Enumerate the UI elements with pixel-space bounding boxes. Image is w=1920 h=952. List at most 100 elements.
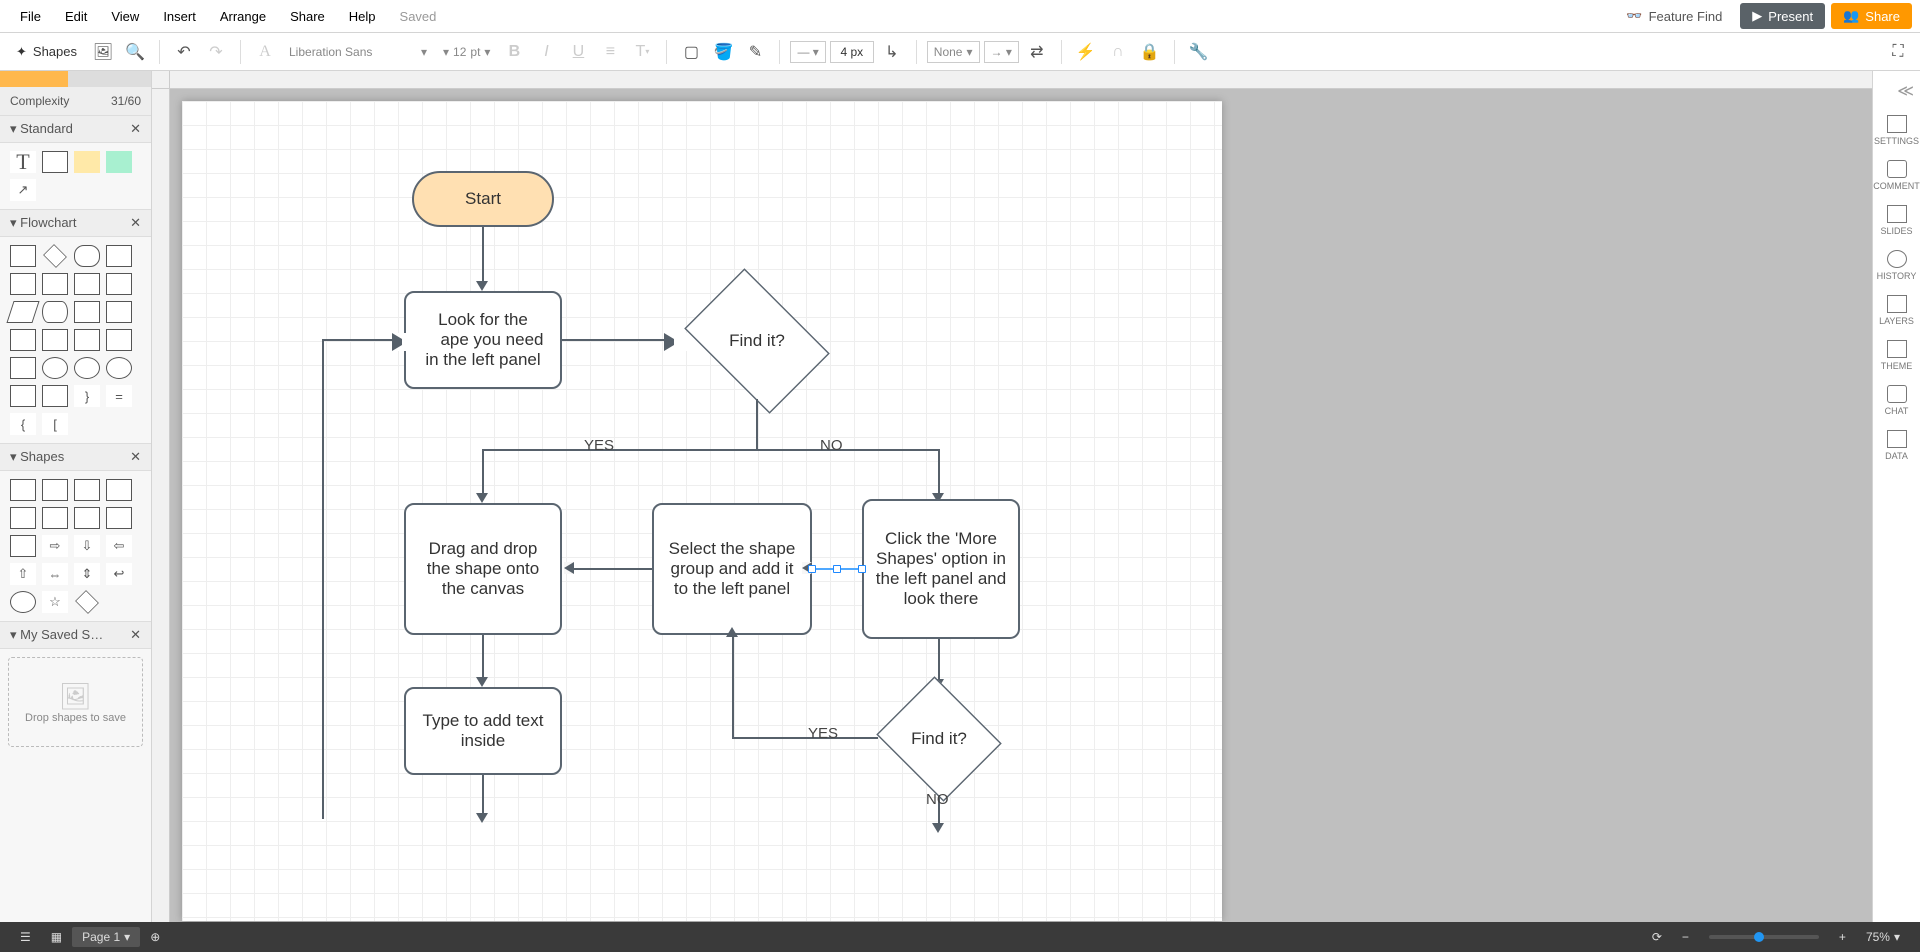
share-button[interactable]: 👥 Share xyxy=(1831,3,1912,29)
feature-find[interactable]: 👓 Feature Find xyxy=(1616,4,1732,28)
fc-sum[interactable] xyxy=(106,357,132,379)
page-tab[interactable]: Page 1 ▾ xyxy=(72,927,140,947)
arrow-shape[interactable]: ↗ xyxy=(10,179,36,201)
sh-arrow-ud[interactable]: ⇕ xyxy=(74,563,100,585)
sh-hexagon[interactable] xyxy=(10,507,36,529)
fc-merge[interactable] xyxy=(10,357,36,379)
line-width-input[interactable] xyxy=(830,41,874,63)
image-button[interactable]: 🖼 xyxy=(89,38,117,66)
swap-arrows-button[interactable]: ⇄ xyxy=(1023,38,1051,66)
edge-no-down[interactable] xyxy=(938,449,940,495)
edge-more-find2[interactable] xyxy=(938,639,940,681)
fc-delay[interactable] xyxy=(106,329,132,351)
dock-data[interactable]: DATA xyxy=(1873,422,1920,465)
arrow-end-select[interactable]: → ▾ xyxy=(984,41,1019,63)
redo-button[interactable]: ↷ xyxy=(202,38,230,66)
sh-heart[interactable] xyxy=(10,535,36,557)
edge-find1-split[interactable] xyxy=(482,449,940,451)
line-color-button[interactable]: ✎ xyxy=(741,38,769,66)
italic-button[interactable]: I xyxy=(532,38,560,66)
fc-prep[interactable] xyxy=(106,273,132,295)
action-button[interactable]: ⚡ xyxy=(1072,38,1100,66)
node-more[interactable]: Click the 'More Shapes' option in the le… xyxy=(862,499,1020,639)
edge-loopback-v[interactable] xyxy=(322,339,324,819)
font-select[interactable]: Liberation Sans ▾ xyxy=(283,43,433,61)
align-button[interactable]: ≡ xyxy=(596,38,624,66)
dock-comment[interactable]: COMMENT xyxy=(1873,152,1920,195)
fc-predef[interactable] xyxy=(106,245,132,267)
sh-triangle[interactable] xyxy=(42,479,68,501)
close-icon[interactable]: ✕ xyxy=(130,449,141,465)
wrench-button[interactable]: 🔧 xyxy=(1185,38,1213,66)
lock-button[interactable]: 🔒 xyxy=(1136,38,1164,66)
edge-yes-down[interactable] xyxy=(482,449,484,495)
collapse-dock[interactable]: ≪ xyxy=(1873,77,1920,105)
fc-direct[interactable] xyxy=(74,301,100,323)
node-select[interactable]: Select the shape group and add it to the… xyxy=(652,503,812,635)
fc-decision[interactable] xyxy=(43,244,67,268)
arrow-start-select[interactable]: None ▾ xyxy=(927,41,980,63)
dock-history[interactable]: HISTORY xyxy=(1873,242,1920,285)
fill-button[interactable]: ▢ xyxy=(677,38,705,66)
shapes-menu-button[interactable]: ✦ Shapes xyxy=(8,40,85,64)
fc-internal[interactable] xyxy=(106,301,132,323)
menu-edit[interactable]: Edit xyxy=(53,3,99,30)
sh-arrow-bend[interactable]: ↩ xyxy=(106,563,132,585)
node-find2[interactable]: Find it? xyxy=(872,681,1006,797)
bold-button[interactable]: B xyxy=(500,38,528,66)
line-style-select[interactable]: — ▾ xyxy=(790,41,825,63)
edge-loopback-h[interactable] xyxy=(322,339,394,341)
fc-doc[interactable] xyxy=(10,273,36,295)
hotspot-shape[interactable] xyxy=(106,151,132,173)
sh-arrow-d[interactable]: ⇩ xyxy=(74,535,100,557)
zoom-knob[interactable] xyxy=(1754,932,1764,942)
close-icon[interactable]: ✕ xyxy=(130,121,141,137)
fc-manual-input[interactable] xyxy=(42,329,68,351)
selection-handle[interactable] xyxy=(808,565,816,573)
sh-arrow-lr[interactable]: ⇔ xyxy=(42,563,68,585)
search-shapes-button[interactable]: 🔍 xyxy=(121,38,149,66)
rect-shape[interactable] xyxy=(42,151,68,173)
selection-handle[interactable] xyxy=(858,565,866,573)
fc-process[interactable] xyxy=(10,245,36,267)
dock-chat[interactable]: CHAT xyxy=(1873,377,1920,420)
fc-manual[interactable] xyxy=(74,273,100,295)
node-type[interactable]: Type to add text inside xyxy=(404,687,562,775)
node-start[interactable]: Start xyxy=(412,171,554,227)
sh-poly[interactable] xyxy=(75,590,99,614)
fc-data[interactable] xyxy=(6,301,39,323)
magnet-button[interactable]: ∩ xyxy=(1104,38,1132,66)
fc-bracket[interactable]: [ xyxy=(42,413,68,435)
edge-start-look[interactable] xyxy=(482,227,484,283)
zoom-in-button[interactable]: + xyxy=(1829,926,1856,948)
fc-terminator[interactable] xyxy=(74,245,100,267)
menu-insert[interactable]: Insert xyxy=(151,3,208,30)
group-flowchart[interactable]: ▾ Flowchart ✕ xyxy=(0,209,151,237)
edge-select-drag[interactable] xyxy=(574,568,652,570)
menu-help[interactable]: Help xyxy=(337,3,388,30)
sh-pentagon[interactable] xyxy=(106,479,132,501)
menu-arrange[interactable]: Arrange xyxy=(208,3,278,30)
fc-offpage[interactable] xyxy=(42,385,68,407)
node-drag[interactable]: Drag and drop the shape onto the canvas xyxy=(404,503,562,635)
fc-multidoc[interactable] xyxy=(42,273,68,295)
sh-circle[interactable] xyxy=(10,591,36,613)
dock-settings[interactable]: SETTINGS xyxy=(1873,107,1920,150)
fc-or[interactable] xyxy=(74,357,100,379)
sh-arrow-r[interactable]: ⇨ xyxy=(42,535,68,557)
bucket-button[interactable]: 🪣 xyxy=(709,38,737,66)
menu-share[interactable]: Share xyxy=(278,3,337,30)
sh-cloud[interactable] xyxy=(106,507,132,529)
group-saved[interactable]: ▾ My Saved S… ✕ xyxy=(0,621,151,649)
sh-octagon[interactable] xyxy=(42,507,68,529)
edge-find2-yes-h[interactable] xyxy=(732,737,878,739)
note-shape[interactable] xyxy=(74,151,100,173)
sh-rtriangle[interactable] xyxy=(74,479,100,501)
zoom-out-button[interactable]: − xyxy=(1672,926,1699,948)
menu-view[interactable]: View xyxy=(99,3,151,30)
dock-slides[interactable]: SLIDES xyxy=(1873,197,1920,240)
menu-file[interactable]: File xyxy=(8,3,53,30)
sync-button[interactable]: ⟳ xyxy=(1642,926,1672,948)
add-page-button[interactable]: ⊕ xyxy=(140,926,170,948)
zoom-value[interactable]: 75% ▾ xyxy=(1856,926,1910,948)
